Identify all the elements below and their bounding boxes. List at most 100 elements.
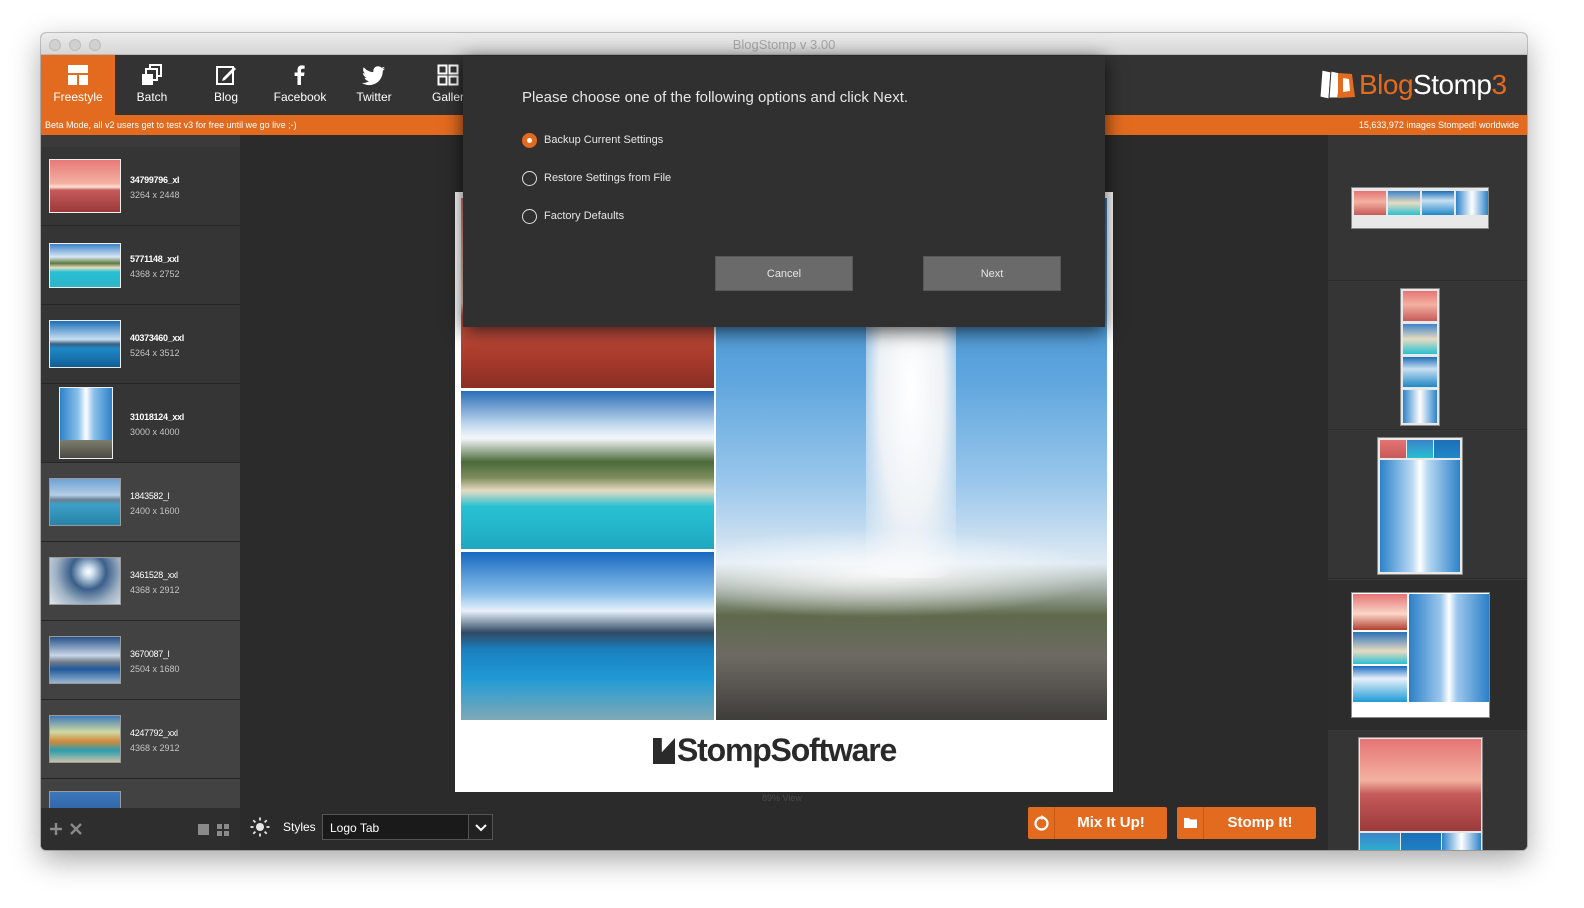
blogstomp-logo: BlogStomp3 bbox=[1319, 67, 1509, 103]
brightness-icon[interactable] bbox=[250, 817, 270, 837]
image-filename: 5771148_xxl bbox=[130, 254, 179, 264]
settings-dialog: Please choose one of the following optio… bbox=[463, 56, 1105, 327]
radio-button[interactable] bbox=[522, 171, 537, 186]
template-cell bbox=[1380, 440, 1406, 458]
template-cell bbox=[1403, 357, 1437, 387]
image-list-item[interactable]: 40373460_xxl 5264 x 3512 bbox=[41, 305, 240, 384]
gallery-grid-icon bbox=[437, 64, 459, 86]
image-list-item[interactable]: 3670087_l 2504 x 1680 bbox=[41, 621, 240, 700]
template-cell bbox=[1360, 739, 1481, 831]
remove-icon[interactable] bbox=[70, 823, 82, 835]
tab-label: Freestyle bbox=[53, 90, 103, 104]
template-cell bbox=[1442, 833, 1481, 850]
template-cell bbox=[1353, 666, 1407, 702]
batch-icon bbox=[142, 64, 162, 85]
image-thumbnail bbox=[49, 478, 121, 526]
image-dimensions: 2400 x 1600 bbox=[130, 506, 180, 516]
image-dimensions: 4368 x 2912 bbox=[130, 743, 180, 753]
next-button[interactable]: Next bbox=[923, 256, 1061, 291]
tab-blog[interactable]: Blog bbox=[189, 55, 263, 115]
mix-it-up-button[interactable]: Mix It Up! bbox=[1028, 807, 1167, 839]
template-preview bbox=[1400, 288, 1440, 426]
image-thumbnail bbox=[49, 159, 121, 213]
template-cell bbox=[1403, 291, 1437, 321]
tab-label: Facebook bbox=[273, 90, 327, 104]
template-cell bbox=[1407, 440, 1433, 458]
image-list-item[interactable]: 3461528_xxl 4368 x 2912 bbox=[41, 542, 240, 621]
tab-facebook[interactable]: Facebook bbox=[263, 55, 337, 115]
dialog-title: Please choose one of the following optio… bbox=[522, 89, 909, 106]
tab-freestyle[interactable]: Freestyle bbox=[41, 55, 115, 115]
layout-template[interactable] bbox=[1328, 731, 1527, 850]
steam-cloud bbox=[716, 528, 1107, 618]
image-dimensions: 4368 x 2752 bbox=[130, 269, 180, 279]
image-filename: 3461528_xxl bbox=[130, 570, 178, 580]
stomp-counter: 15,633,972 images Stomped! worldwide bbox=[1358, 120, 1519, 130]
chevron-down-icon[interactable] bbox=[468, 815, 492, 839]
stomp-it-button[interactable]: Stomp It! bbox=[1177, 807, 1316, 839]
option-label: Factory Defaults bbox=[544, 210, 625, 222]
facebook-icon bbox=[294, 65, 305, 85]
template-preview bbox=[1377, 437, 1463, 575]
layout-template-selected[interactable] bbox=[1328, 580, 1527, 730]
image-list-item[interactable]: 1843582_l 2400 x 1600 bbox=[41, 463, 240, 542]
template-preview bbox=[1351, 187, 1489, 229]
template-cell bbox=[1353, 594, 1407, 630]
collage-lake-beach-image bbox=[461, 391, 714, 549]
image-dimensions: 4368 x 2912 bbox=[130, 585, 180, 595]
stompsoftware-logo: StompSoftware bbox=[653, 732, 897, 769]
template-cell bbox=[1409, 594, 1489, 702]
twitter-icon bbox=[362, 66, 385, 86]
image-dimensions: 5264 x 3512 bbox=[130, 348, 180, 358]
tab-batch[interactable]: Batch bbox=[115, 55, 189, 115]
template-cell bbox=[1456, 191, 1488, 215]
shuffle-icon bbox=[1028, 807, 1055, 839]
logo-text-stomp: Stomp bbox=[1413, 69, 1492, 100]
image-list-item[interactable]: 31018124_xxl 3000 x 4000 bbox=[41, 384, 240, 463]
template-cell bbox=[1422, 191, 1454, 215]
window-title: BlogStomp v 3.00 bbox=[732, 37, 836, 52]
freestyle-icon bbox=[68, 65, 88, 85]
blog-edit-icon bbox=[216, 66, 236, 85]
shuffle-glyph bbox=[1034, 815, 1049, 831]
stomp-label: Stomp It! bbox=[1227, 814, 1293, 831]
thumbnail-ground bbox=[60, 440, 112, 458]
sidebar-top-strip bbox=[41, 135, 240, 147]
image-list-item[interactable]: 5771148_xxl 4368 x 2752 bbox=[41, 226, 240, 305]
layout-template[interactable] bbox=[1328, 431, 1527, 579]
image-list-item[interactable]: 34799796_xl 3264 x 2448 bbox=[41, 147, 240, 226]
template-cell bbox=[1403, 390, 1437, 423]
brand-text: StompSoftware bbox=[677, 732, 897, 768]
template-cell bbox=[1353, 632, 1407, 664]
radio-button[interactable] bbox=[522, 133, 537, 148]
zoom-level: 89% View bbox=[762, 793, 802, 803]
style-select[interactable]: Logo Tab bbox=[322, 814, 493, 840]
image-thumbnail bbox=[49, 320, 121, 368]
option-label: Restore Settings from File bbox=[544, 172, 672, 184]
image-filename: 3670087_l bbox=[130, 649, 170, 659]
image-filename: 4247792_xxl bbox=[130, 728, 178, 738]
image-thumbnail bbox=[49, 636, 121, 684]
layout-template[interactable] bbox=[1328, 135, 1527, 281]
tab-twitter[interactable]: Twitter bbox=[337, 55, 411, 115]
style-select-value: Logo Tab bbox=[330, 821, 380, 835]
sidebar-footer bbox=[41, 808, 240, 850]
template-cell bbox=[1388, 191, 1420, 215]
image-dimensions: 3264 x 2448 bbox=[130, 190, 180, 200]
grid-view-icon[interactable] bbox=[217, 824, 229, 836]
single-view-icon[interactable] bbox=[198, 824, 209, 835]
logo-mark-icon bbox=[1319, 69, 1355, 100]
template-preview bbox=[1351, 592, 1490, 718]
image-filename: 34799796_xl bbox=[130, 175, 180, 185]
add-icon[interactable] bbox=[50, 823, 62, 835]
image-thumbnail bbox=[49, 715, 121, 763]
chevron-glyph bbox=[475, 824, 487, 832]
radio-button[interactable] bbox=[522, 209, 537, 224]
layout-template[interactable] bbox=[1328, 282, 1527, 430]
cancel-button[interactable]: Cancel bbox=[715, 256, 853, 291]
image-list-item[interactable]: 4247792_xxl 4368 x 2912 bbox=[41, 700, 240, 779]
template-cell bbox=[1401, 833, 1441, 850]
image-thumbnail bbox=[49, 557, 121, 605]
image-thumbnail bbox=[49, 243, 121, 288]
image-dimensions: 3000 x 4000 bbox=[130, 427, 180, 437]
